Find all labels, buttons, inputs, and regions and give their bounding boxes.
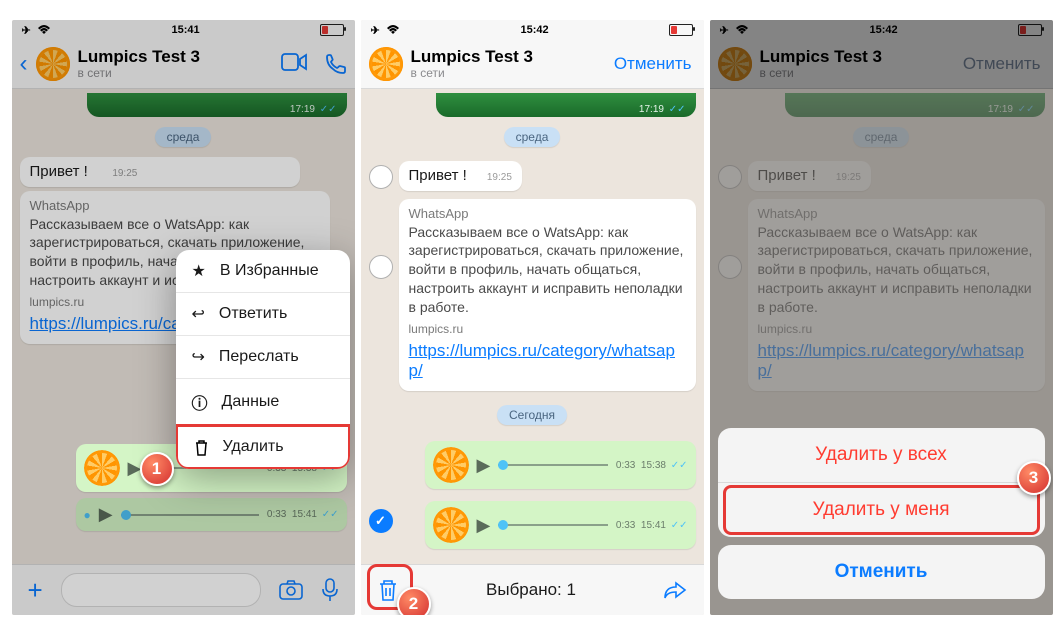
chat-header: Lumpics Test 3 в сети Отменить bbox=[361, 40, 704, 89]
wifi-icon bbox=[386, 25, 400, 35]
back-button[interactable]: ‹ bbox=[20, 50, 28, 78]
play-icon[interactable]: ▶ bbox=[99, 504, 113, 525]
ctx-favorite[interactable]: ★В Избранные bbox=[176, 250, 350, 292]
message-hello: Привет !19:25 bbox=[399, 161, 522, 191]
contact-name[interactable]: Lumpics Test 3 bbox=[411, 48, 534, 67]
selectable-row[interactable]: ▶ 0:33 15:38 ✓✓ bbox=[369, 435, 696, 495]
screenshot-3-action-sheet: ✈ 15:42 Lumpics Test 3 в сети Отменить 1… bbox=[710, 20, 1053, 615]
delete-for-everyone[interactable]: Удалить у всех bbox=[718, 428, 1045, 482]
message-article: WhatsApp Рассказываем все о WatsApp: как… bbox=[399, 199, 696, 391]
context-menu: ★В Избранные ↩Ответить ↪Переслать ⓘДанны… bbox=[176, 250, 350, 469]
chat-header: ‹ Lumpics Test 3 в сети bbox=[12, 40, 355, 89]
trash-icon bbox=[194, 439, 209, 456]
voice-call-icon[interactable] bbox=[325, 53, 347, 75]
message-link[interactable]: https://lumpics.ru/category/whatsapp/ bbox=[409, 341, 686, 381]
action-sheet: Удалить у всех Удалить у меня Отменить bbox=[718, 428, 1045, 607]
chat-body: 17:19 ✓✓ среда Привет !19:25 WhatsApp Ра… bbox=[361, 89, 704, 564]
step-badge-2: 2 bbox=[397, 587, 431, 615]
step-badge-1: 1 bbox=[140, 452, 174, 486]
battery-icon bbox=[669, 24, 693, 36]
contact-avatar[interactable] bbox=[36, 47, 70, 81]
forward-selected-button[interactable] bbox=[663, 580, 687, 600]
mic-button[interactable] bbox=[321, 578, 339, 602]
voice-message-2[interactable]: ● ▶ 0:33 15:41 ✓✓ bbox=[76, 498, 347, 531]
screenshot-2-selection: ✈ 15:42 Lumpics Test 3 в сети Отменить 1… bbox=[361, 20, 704, 615]
battery-icon bbox=[320, 24, 344, 36]
cancel-button[interactable]: Отменить bbox=[614, 54, 692, 74]
day-separator: среда bbox=[504, 127, 561, 147]
attach-button[interactable]: + bbox=[28, 575, 43, 606]
info-icon: ⓘ bbox=[192, 390, 208, 414]
selectable-row-selected[interactable]: ▶ 0:33 15:41 ✓✓ bbox=[369, 495, 696, 555]
message-input[interactable] bbox=[61, 573, 261, 607]
video-message-fragment: 17:19 ✓✓ bbox=[436, 93, 696, 117]
screenshot-1-context-menu: ✈ 15:41 ‹ Lumpics Test 3 в сети 17:19 ✓✓… bbox=[12, 20, 355, 615]
delete-for-me[interactable]: Удалить у меня bbox=[718, 482, 1045, 537]
highlight-box-delete-me bbox=[723, 485, 1040, 535]
selectable-row[interactable]: WhatsApp Рассказываем все о WatsApp: как… bbox=[369, 195, 696, 395]
play-icon: ▶ bbox=[477, 455, 491, 476]
status-bar: ✈ 15:41 bbox=[12, 20, 355, 40]
selectable-row[interactable]: Привет !19:25 bbox=[369, 157, 696, 195]
select-radio-checked[interactable] bbox=[369, 509, 393, 533]
ctx-reply[interactable]: ↩Ответить bbox=[176, 292, 350, 335]
wifi-icon bbox=[37, 25, 51, 35]
ctx-info[interactable]: ⓘДанные bbox=[176, 378, 350, 425]
contact-name[interactable]: Lumpics Test 3 bbox=[78, 48, 201, 67]
camera-icon[interactable] bbox=[279, 580, 303, 600]
day-separator-today: Сегодня bbox=[497, 405, 567, 425]
play-icon: ▶ bbox=[477, 515, 491, 536]
contact-status: в сети bbox=[78, 67, 201, 80]
airplane-icon: ✈ bbox=[22, 24, 31, 37]
select-radio[interactable] bbox=[369, 165, 393, 189]
step-badge-3: 3 bbox=[1017, 461, 1051, 495]
status-time: 15:42 bbox=[521, 24, 549, 36]
status-bar: ✈ 15:42 bbox=[361, 20, 704, 40]
contact-status: в сети bbox=[411, 67, 534, 80]
mic-icon: ● bbox=[84, 508, 91, 522]
message-hello[interactable]: Привет ! 19:25 bbox=[20, 157, 300, 187]
video-message-fragment: 17:19 ✓✓ bbox=[87, 93, 347, 117]
star-icon: ★ bbox=[192, 261, 206, 281]
ctx-forward[interactable]: ↪Переслать bbox=[176, 335, 350, 378]
selection-count: Выбрано: 1 bbox=[486, 580, 576, 600]
voice-message-2[interactable]: ▶ 0:33 15:41 ✓✓ bbox=[425, 501, 696, 549]
ctx-delete[interactable]: Удалить bbox=[176, 424, 350, 469]
input-bar: + bbox=[12, 564, 355, 615]
airplane-icon: ✈ bbox=[371, 24, 380, 37]
status-time: 15:41 bbox=[172, 24, 200, 36]
action-sheet-cancel[interactable]: Отменить bbox=[718, 545, 1045, 599]
voice-message-1[interactable]: ▶ 0:33 15:38 ✓✓ bbox=[425, 441, 696, 489]
reply-icon: ↩ bbox=[192, 304, 205, 324]
select-radio[interactable] bbox=[369, 255, 393, 279]
video-call-icon[interactable] bbox=[281, 53, 307, 71]
day-separator: среда bbox=[155, 127, 212, 147]
forward-icon: ↪ bbox=[192, 347, 205, 367]
contact-avatar[interactable] bbox=[369, 47, 403, 81]
